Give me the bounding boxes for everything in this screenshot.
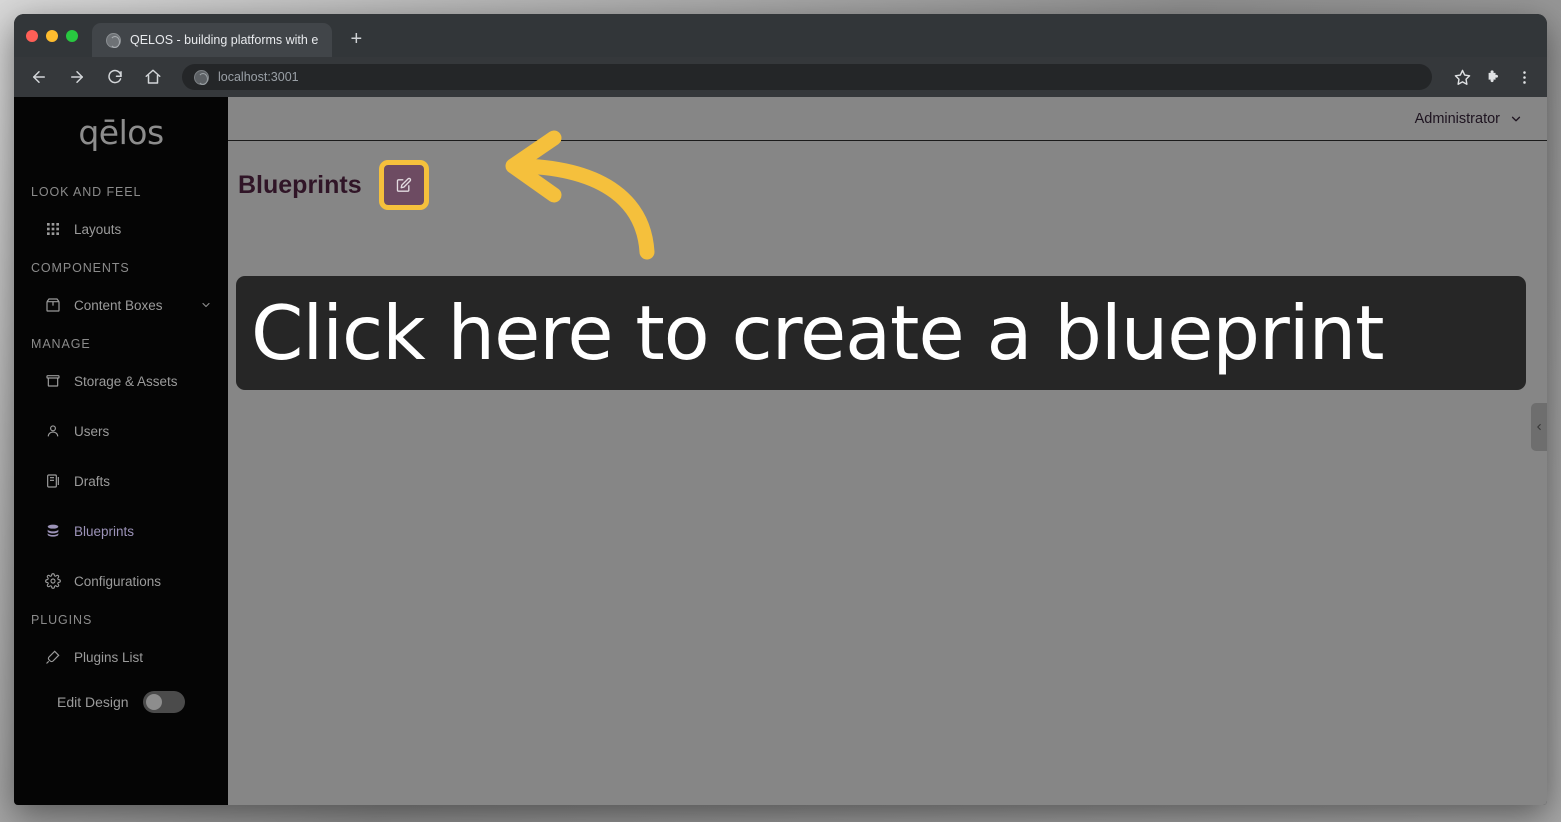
box-icon: [45, 297, 61, 313]
sidebar-item-configurations[interactable]: Configurations: [14, 563, 228, 599]
sidebar-section-look-and-feel: LOOK AND FEEL: [31, 185, 142, 199]
page-title: Blueprints: [238, 170, 362, 199]
sidebar-item-layouts[interactable]: Layouts: [14, 211, 228, 247]
chevron-down-icon: [1509, 112, 1523, 126]
puzzle-piece-icon[interactable]: [1485, 69, 1502, 86]
copy-icon: [45, 473, 61, 489]
minimize-window-button[interactable]: [46, 30, 58, 42]
browser-window: QELOS - building platforms with e + loca…: [14, 14, 1547, 805]
sidebar-section-plugins: PLUGINS: [31, 613, 93, 627]
user-icon: [45, 423, 61, 439]
database-icon: [45, 523, 61, 539]
sidebar-item-label: Blueprints: [74, 523, 135, 539]
address-bar-value: localhost:3001: [218, 70, 299, 84]
instruction-banner-text: Click here to create a blueprint: [251, 288, 1385, 377]
address-bar[interactable]: localhost:3001: [182, 64, 1432, 90]
app-logo: qēlos: [78, 113, 164, 152]
sidebar-section-components: COMPONENTS: [31, 261, 130, 275]
maximize-window-button[interactable]: [66, 30, 78, 42]
new-tab-button[interactable]: +: [342, 25, 370, 53]
sidebar-item-label: Layouts: [74, 221, 122, 237]
window-traffic-lights: [14, 30, 90, 57]
sidebar-item-content-boxes[interactable]: Content Boxes: [14, 287, 228, 323]
sidebar-item-label: Storage & Assets: [74, 373, 178, 389]
edit-design-control: Edit Design: [14, 691, 228, 713]
main-content: Administrator Blueprints Click here to c…: [228, 97, 1547, 805]
sidebar: qēlos LOOK AND FEEL Layouts COMPONENTS C…: [14, 97, 228, 805]
sidebar-item-label: Drafts: [74, 473, 111, 489]
instruction-banner: Click here to create a blueprint: [236, 276, 1526, 390]
user-menu-label: Administrator: [1414, 110, 1500, 127]
page-viewport: qēlos LOOK AND FEEL Layouts COMPONENTS C…: [14, 97, 1547, 805]
three-dots-vertical-icon[interactable]: [1516, 69, 1533, 86]
arrow-left-icon[interactable]: [28, 66, 50, 88]
desktop-background: QELOS - building platforms with e + loca…: [0, 0, 1561, 822]
sidebar-item-label: Users: [74, 423, 110, 439]
toolbar-right-actions: [1454, 69, 1533, 86]
user-menu[interactable]: Administrator: [1415, 111, 1523, 127]
gear-icon: [45, 573, 61, 589]
reload-icon[interactable]: [104, 66, 126, 88]
sidebar-item-label: Plugins List: [74, 649, 144, 665]
archive-icon: [45, 373, 61, 389]
sidebar-item-users[interactable]: Users: [14, 413, 228, 449]
sidebar-item-label: Configurations: [74, 573, 162, 589]
sidebar-item-plugins-list[interactable]: Plugins List: [14, 639, 228, 675]
panel-collapse-handle[interactable]: [1531, 403, 1547, 451]
arrow-right-icon[interactable]: [66, 66, 88, 88]
close-window-button[interactable]: [26, 30, 38, 42]
sidebar-item-label: Content Boxes: [74, 297, 163, 313]
edit-design-label: Edit Design: [57, 694, 129, 710]
create-blueprint-button[interactable]: [378, 160, 429, 210]
home-icon[interactable]: [142, 66, 164, 88]
sidebar-section-manage: MANAGE: [31, 337, 91, 351]
chevron-left-icon: [1534, 422, 1544, 432]
star-icon[interactable]: [1454, 69, 1471, 86]
grid-icon: [45, 221, 61, 237]
globe-icon: [194, 69, 209, 85]
top-bar: Administrator: [228, 97, 1547, 141]
browser-tab-strip: QELOS - building platforms with e +: [14, 14, 1547, 57]
sidebar-item-storage-and-assets[interactable]: Storage & Assets: [14, 363, 228, 399]
chevron-down-icon[interactable]: [200, 299, 212, 311]
page-header: Blueprints: [228, 141, 1547, 210]
browser-tab[interactable]: QELOS - building platforms with e: [92, 23, 333, 57]
sidebar-item-drafts[interactable]: Drafts: [14, 463, 228, 499]
sidebar-item-blueprints[interactable]: Blueprints: [14, 513, 228, 549]
plug-icon: [45, 649, 61, 665]
edit-square-icon: [395, 177, 412, 194]
browser-tab-title: QELOS - building platforms with e: [130, 33, 319, 47]
edit-design-toggle[interactable]: [142, 691, 185, 713]
globe-icon: [106, 32, 121, 48]
browser-toolbar: localhost:3001: [14, 57, 1547, 97]
